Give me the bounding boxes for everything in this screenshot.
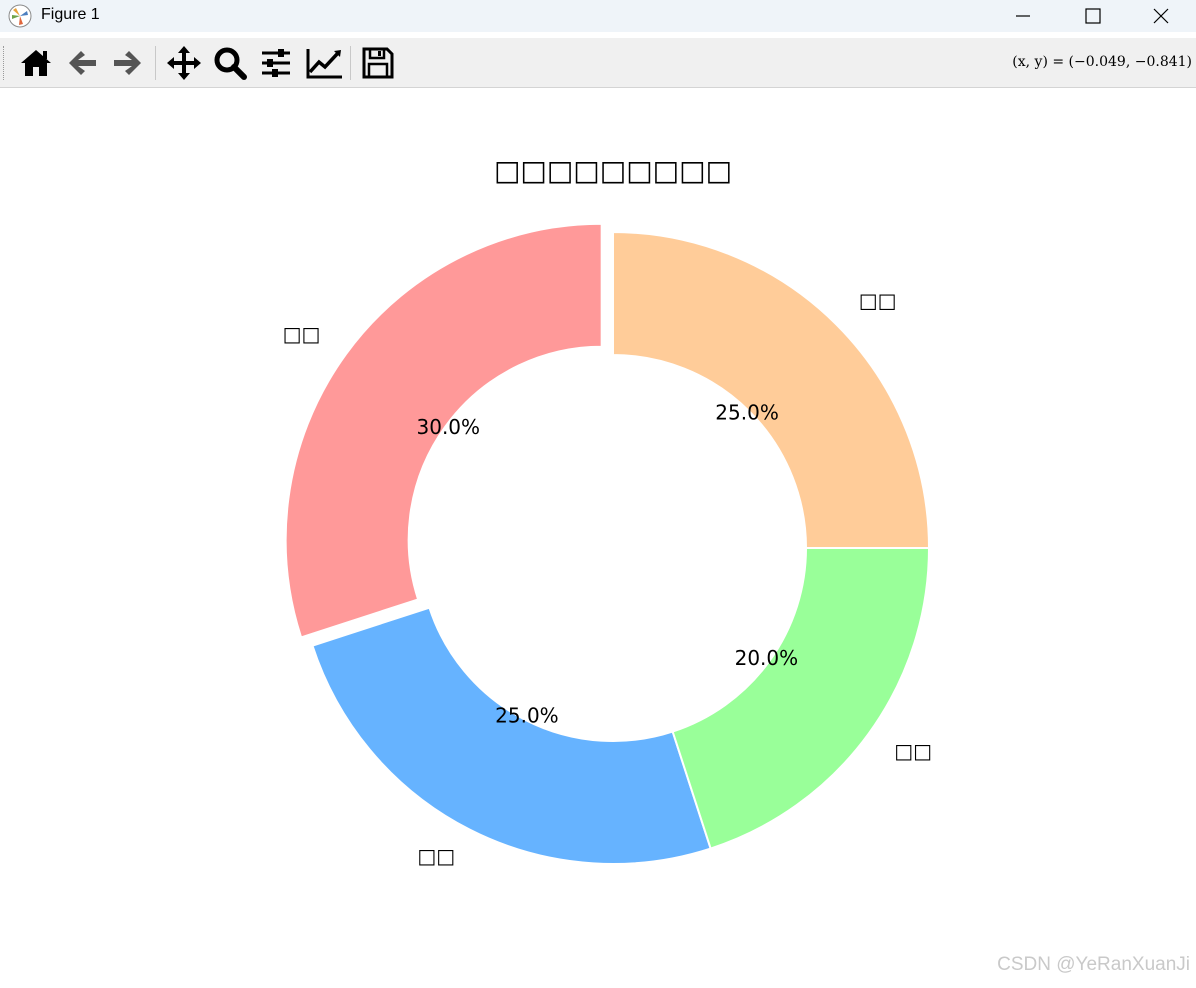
configure-subplots-button[interactable]	[258, 45, 294, 81]
save-icon	[362, 47, 394, 79]
figure-canvas[interactable]: □□□□□□□□□ □□ 30.0% □□ 25.0% □□ 20.0% □□ 25.0%	[0, 88, 1196, 984]
zoom-icon	[214, 47, 247, 80]
home-button[interactable]	[18, 45, 54, 81]
donut-slice-2	[311, 606, 712, 865]
slice-label-3: □□	[894, 739, 932, 763]
slice-label-2: □□	[417, 844, 455, 868]
matplotlib-logo-icon	[8, 4, 32, 28]
maximize-icon	[1085, 8, 1101, 24]
minimize-icon	[1016, 15, 1030, 17]
forward-button[interactable]	[110, 45, 146, 81]
toolbar-grip[interactable]	[3, 46, 7, 80]
configure-subplots-icon	[262, 49, 290, 77]
window-titlebar: Figure 1	[0, 0, 1196, 32]
slice-percent-label-3: 20.0%	[735, 646, 799, 670]
save-button[interactable]	[360, 45, 396, 81]
edit-axis-button[interactable]	[304, 45, 342, 81]
pan-button[interactable]	[166, 45, 202, 81]
slice-percent-label-4: 25.0%	[715, 400, 779, 424]
back-arrow-icon	[69, 51, 96, 75]
slice-percent-label-1: 30.0%	[417, 415, 481, 439]
watermark: CSDN @YeRanXuanJi	[997, 954, 1190, 975]
zoom-button[interactable]	[212, 45, 248, 81]
navigation-toolbar: (x, y) = (−0.049, −0.841)	[0, 38, 1196, 88]
back-button[interactable]	[64, 45, 100, 81]
window-title: Figure 1	[41, 6, 100, 23]
donut-slice-3	[671, 547, 931, 850]
minimize-button[interactable]	[988, 0, 1058, 32]
edit-axis-icon	[306, 49, 342, 79]
maximize-button[interactable]	[1058, 0, 1128, 32]
slice-label-4: □□	[859, 289, 897, 313]
forward-arrow-icon	[114, 51, 141, 75]
close-button[interactable]	[1126, 0, 1196, 32]
close-icon	[1153, 8, 1169, 24]
toolbar-separator	[350, 46, 351, 80]
toolbar-separator	[155, 46, 156, 80]
slice-label-1: □□	[283, 322, 321, 346]
cursor-coordinates: (x, y) = (−0.049, −0.841)	[1012, 54, 1192, 70]
pan-icon	[167, 46, 201, 80]
slice-percent-label-2: 25.0%	[495, 703, 559, 727]
home-icon	[21, 50, 51, 76]
donut-slice-4	[612, 230, 931, 549]
donut-chart: □□ 30.0% □□ 25.0% □□ 20.0% □□ 25.0%	[283, 222, 932, 868]
chart-title: □□□□□□□□□	[493, 154, 733, 187]
